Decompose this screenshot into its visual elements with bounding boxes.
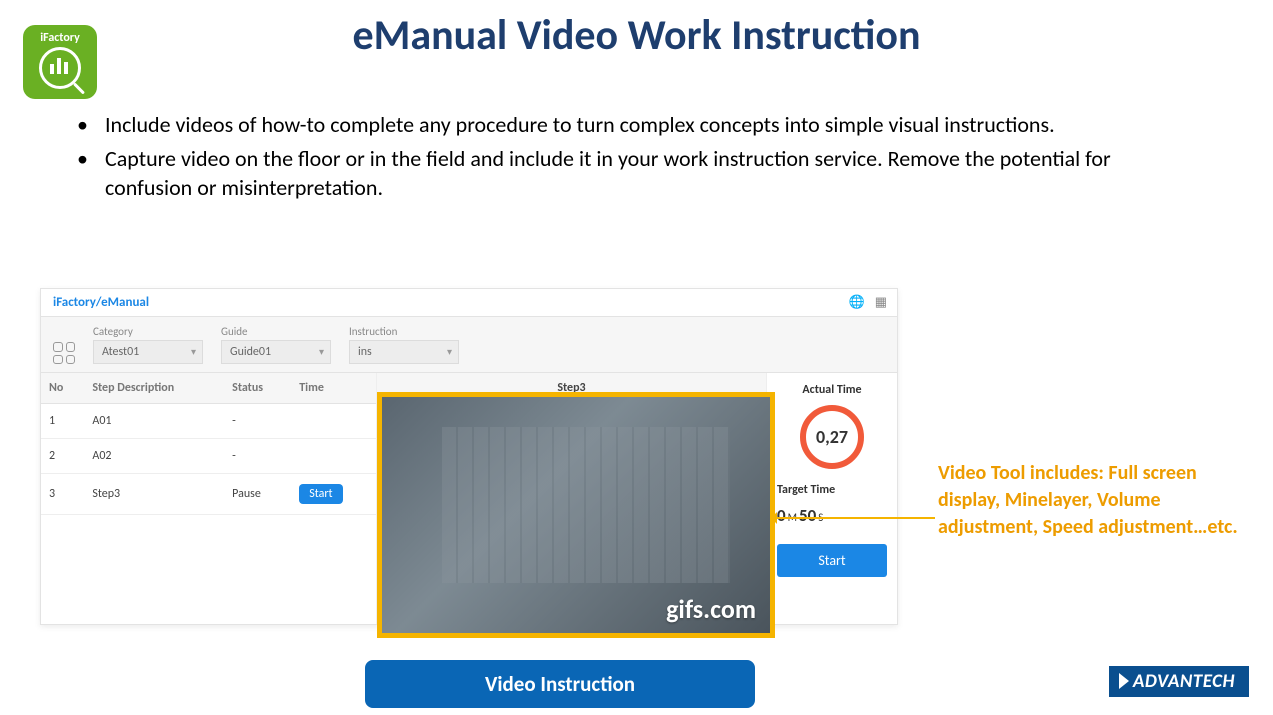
advantech-logo: ADVANTECH (1109, 666, 1249, 697)
instruction-select[interactable]: ins (349, 340, 459, 364)
table-row[interactable]: 2 A02 - (41, 439, 376, 474)
start-button[interactable]: Start (777, 544, 887, 577)
page-title: eManual Video Work Instruction (0, 10, 1273, 61)
target-time-value: 0M50S (777, 505, 887, 526)
bullet-item: Include videos of how-to complete any pr… (105, 110, 1193, 140)
col-status: Status (224, 373, 291, 404)
actual-time-value: 0,27 (800, 405, 864, 469)
steps-table: No Step Description Status Time 1 A01 - … (41, 373, 376, 624)
table-row[interactable]: 1 A01 - (41, 404, 376, 439)
globe-icon[interactable]: 🌐 (849, 295, 865, 310)
table-row[interactable]: 3 Step3 Pause Start (41, 474, 376, 515)
col-step: Step Description (84, 373, 224, 404)
grid-view-icon[interactable]: ▦ (875, 295, 885, 310)
video-instruction-button[interactable]: Video Instruction (365, 660, 755, 708)
actual-time-label: Actual Time (777, 383, 887, 397)
row-start-button[interactable]: Start (299, 484, 342, 504)
breadcrumb-root: iFactory/ (53, 295, 101, 310)
guide-select[interactable]: Guide01 (221, 340, 331, 364)
layout-icon[interactable] (53, 342, 75, 364)
app-header: iFactory/eManual 🌐 ▦ (41, 289, 897, 317)
guide-label: Guide (221, 325, 331, 338)
instruction-label: Instruction (349, 325, 459, 338)
time-panel: Actual Time 0,27 Target Time 0M50S Start (767, 373, 897, 624)
category-select[interactable]: Atest01 (93, 340, 203, 364)
video-watermark: gifs.com (666, 593, 756, 625)
video-player[interactable]: gifs.com (377, 392, 775, 638)
callout-text: Video Tool includes: Full screen display… (938, 460, 1248, 541)
target-time-label: Target Time (777, 483, 887, 497)
col-time: Time (291, 373, 376, 404)
filter-bar: Category Atest01 Guide Guide01 Instructi… (41, 317, 897, 373)
breadcrumb[interactable]: iFactory/eManual (53, 295, 149, 310)
bullet-list: Include videos of how-to complete any pr… (105, 110, 1193, 207)
breadcrumb-leaf: eManual (101, 295, 149, 310)
col-no: No (41, 373, 84, 404)
callout-arrow (775, 517, 935, 519)
bullet-item: Capture video on the floor or in the fie… (105, 144, 1193, 203)
category-label: Category (93, 325, 203, 338)
